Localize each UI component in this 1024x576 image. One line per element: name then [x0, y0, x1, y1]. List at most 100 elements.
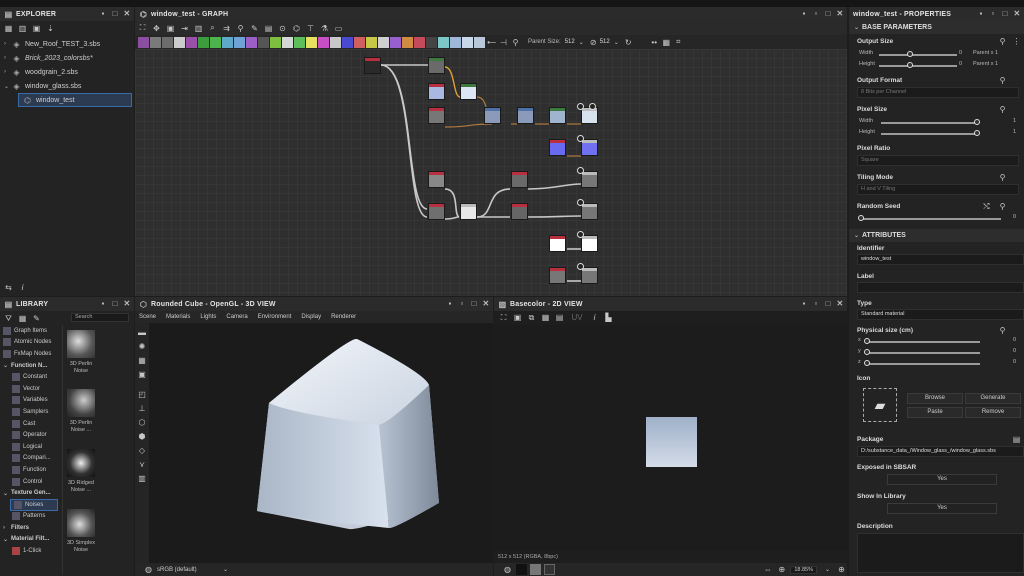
- label-field[interactable]: [857, 282, 1024, 293]
- atomic-node-icon[interactable]: [438, 36, 449, 48]
- explorer-graph-item[interactable]: ⌬ window_test: [18, 93, 132, 107]
- close-icon[interactable]: ✕: [1012, 9, 1022, 19]
- folder-open-icon[interactable]: ▤: [1011, 434, 1022, 445]
- atomic-node-icon[interactable]: [282, 36, 293, 48]
- pin-icon[interactable]: ▪: [799, 9, 809, 19]
- zoom-value[interactable]: 18.85%: [790, 565, 817, 574]
- menu-renderer[interactable]: Renderer: [331, 314, 356, 320]
- pin-icon[interactable]: ▪: [799, 299, 809, 309]
- physical-y-knob[interactable]: [864, 349, 870, 355]
- filter-icon[interactable]: ⇆: [3, 282, 14, 293]
- noise-thumbnail[interactable]: [67, 389, 95, 417]
- library-subitem[interactable]: Vector: [0, 383, 62, 395]
- channels-icon[interactable]: ▤: [554, 312, 565, 323]
- light-icon[interactable]: ✺: [137, 341, 148, 352]
- float-icon[interactable]: ▫: [811, 299, 821, 309]
- colorspace-select[interactable]: sRGB (default): [157, 567, 217, 573]
- screenshot-icon[interactable]: ▣: [137, 369, 148, 380]
- folder-icon[interactable]: ▰: [863, 388, 897, 422]
- flask-icon[interactable]: ⚗: [319, 23, 330, 34]
- size-select[interactable]: 512: [600, 39, 610, 45]
- atomic-node-icon[interactable]: [330, 36, 341, 48]
- close-icon[interactable]: ✕: [481, 299, 491, 309]
- float-icon[interactable]: ▫: [811, 9, 821, 19]
- tiling-mode-field[interactable]: H and V Tiling: [857, 184, 1019, 195]
- maximize-icon[interactable]: □: [110, 299, 120, 309]
- random-seed-slider[interactable]: [861, 218, 1001, 220]
- pin-icon[interactable]: ▪: [445, 299, 455, 309]
- maximize-icon[interactable]: □: [823, 9, 833, 19]
- library-subitem[interactable]: 1-Click: [0, 545, 62, 557]
- atomic-node-icon[interactable]: [246, 36, 257, 48]
- expand-icon[interactable]: ›: [4, 55, 12, 61]
- output-format-field[interactable]: 8 Bits per Channel: [857, 87, 1019, 98]
- colorspace-icon[interactable]: ◍: [502, 564, 513, 575]
- collapse-icon[interactable]: ⌄: [3, 536, 11, 543]
- collapse-icon[interactable]: ⌄: [4, 83, 12, 90]
- noise-thumbnail[interactable]: [67, 449, 95, 477]
- camera-icon[interactable]: ▣: [165, 23, 176, 34]
- grid-icon[interactable]: ▦: [661, 37, 672, 48]
- fit-icon[interactable]: ⇔: [762, 564, 773, 575]
- filter-icon[interactable]: ⛛: [3, 313, 14, 324]
- graph-canvas[interactable]: [135, 49, 847, 296]
- pin-icon[interactable]: ▪: [976, 9, 986, 19]
- explorer-file[interactable]: ⌄ ◈ window_glass.sbs: [0, 79, 134, 93]
- pin-icon[interactable]: ▪: [98, 299, 108, 309]
- physical-x-knob[interactable]: [864, 338, 870, 344]
- graph-node[interactable]: [484, 107, 501, 124]
- camera-icon[interactable]: ▬: [137, 327, 148, 338]
- refresh-icon[interactable]: ↻: [623, 37, 634, 48]
- cube-icon[interactable]: ⬡: [137, 417, 148, 428]
- library-subitem[interactable]: Compari...: [0, 453, 62, 465]
- parent-size-select[interactable]: 512: [565, 39, 575, 45]
- dependency-icon[interactable]: ⋮: [1011, 36, 1022, 47]
- frame-icon[interactable]: ⛶: [498, 312, 509, 323]
- checker-bg-icon[interactable]: [544, 564, 555, 575]
- show-library-select[interactable]: Yes: [887, 503, 997, 514]
- atomic-node-icon[interactable]: [366, 36, 377, 48]
- physical-x-slider[interactable]: [866, 341, 980, 343]
- random-seed-knob[interactable]: [858, 215, 864, 221]
- atomic-node-icon[interactable]: [462, 36, 473, 48]
- gray-bg-icon[interactable]: [530, 564, 541, 575]
- atomic-node-icon[interactable]: [138, 36, 149, 48]
- parameter-link-icon[interactable]: ⚲: [997, 201, 1008, 212]
- graph-node-output[interactable]: [581, 235, 598, 252]
- output-height-slider[interactable]: [879, 65, 957, 67]
- axis-icon[interactable]: ⊥: [137, 403, 148, 414]
- noise-thumbnail[interactable]: [67, 330, 95, 358]
- library-group[interactable]: ⌄ Material Filt...: [0, 534, 62, 546]
- maximize-icon[interactable]: □: [823, 299, 833, 309]
- flatten-icon[interactable]: ⊣: [498, 37, 509, 48]
- library-category[interactable]: Graph Items: [0, 325, 62, 337]
- atomic-node-icon[interactable]: [294, 36, 305, 48]
- library-subitem-selected[interactable]: Noises: [10, 498, 58, 511]
- chevron-down-icon[interactable]: ⌄: [822, 564, 833, 575]
- pin-icon[interactable]: ▪: [98, 9, 108, 19]
- graph-node[interactable]: [428, 107, 445, 124]
- tangent-icon[interactable]: ⋎: [137, 459, 148, 470]
- graph-node[interactable]: [428, 83, 445, 100]
- search-icon[interactable]: ⌕: [207, 23, 218, 34]
- physical-z-knob[interactable]: [864, 360, 870, 366]
- graph-node-input[interactable]: [364, 57, 381, 74]
- collapse-icon[interactable]: ⌄: [3, 490, 11, 497]
- frame-icon[interactable]: ⛶: [137, 23, 148, 34]
- graph-node[interactable]: [549, 267, 566, 284]
- zoom-in-icon[interactable]: ⊕: [836, 564, 847, 575]
- atomic-node-icon[interactable]: [234, 36, 245, 48]
- pixel-width-slider[interactable]: [881, 122, 977, 124]
- link-size-icon[interactable]: ⊘: [588, 37, 599, 48]
- library-subitem[interactable]: Control: [0, 476, 62, 488]
- stats-icon[interactable]: ▥: [137, 473, 148, 484]
- graph-node-output[interactable]: [581, 267, 598, 284]
- parameter-link-icon[interactable]: ⚲: [997, 325, 1008, 336]
- atomic-node-icon[interactable]: [390, 36, 401, 48]
- physical-y-slider[interactable]: [866, 352, 980, 354]
- attributes-section[interactable]: ⌄ ATTRIBUTES: [849, 229, 1024, 242]
- identifier-field[interactable]: window_test: [857, 254, 1024, 265]
- expand-icon[interactable]: ›: [4, 41, 12, 47]
- library-subitem[interactable]: Function: [0, 464, 62, 476]
- plane-icon[interactable]: ◰: [137, 389, 148, 400]
